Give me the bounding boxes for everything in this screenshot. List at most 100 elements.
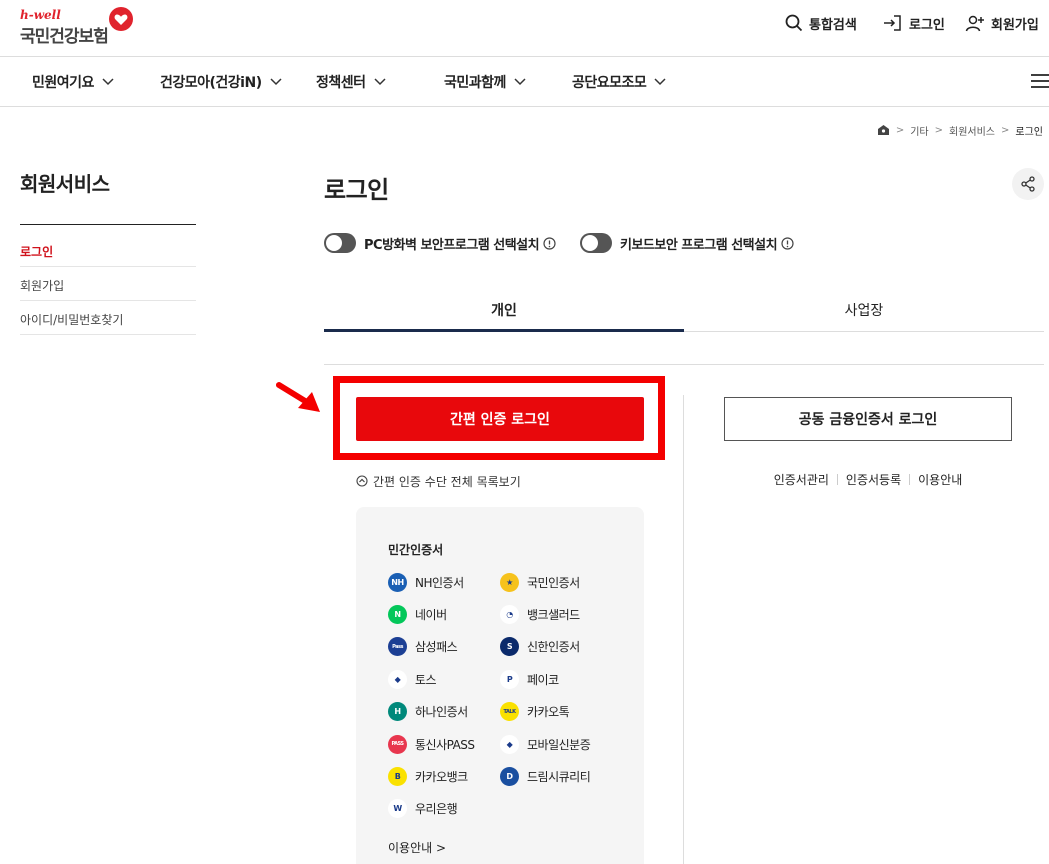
gnb-item-policy[interactable]: 정책센터 bbox=[316, 71, 386, 93]
search-link[interactable]: 통합검색 bbox=[785, 12, 857, 34]
section-divider bbox=[324, 364, 1044, 365]
pass-icon: PASS bbox=[388, 734, 407, 754]
chevron-down-icon bbox=[514, 78, 526, 86]
menu-icon[interactable] bbox=[1031, 73, 1049, 89]
auth-provider-label: 하나인증서 bbox=[415, 705, 468, 720]
kakaotalk-icon: TALK bbox=[500, 702, 519, 722]
keyboard-toggle[interactable] bbox=[580, 233, 612, 253]
auth-provider-item[interactable]: P 페이코 bbox=[500, 669, 559, 689]
banksalad-icon: ◔ bbox=[500, 604, 519, 624]
auth-provider-label: 통신사PASS bbox=[415, 737, 475, 752]
side-item-join[interactable]: 회원가입 bbox=[20, 267, 196, 301]
auth-provider-label: 국민인증서 bbox=[527, 575, 580, 590]
cert-manage-link[interactable]: 인증서관리 bbox=[774, 471, 829, 488]
search-icon bbox=[785, 14, 803, 32]
chevron-up-circle-icon bbox=[356, 475, 368, 487]
side-item-find-account[interactable]: 아이디/비밀번호찾기 bbox=[20, 301, 196, 335]
tab-business[interactable]: 사업장 bbox=[684, 287, 1044, 332]
dream-security-icon: D bbox=[500, 766, 519, 786]
share-button[interactable] bbox=[1012, 168, 1044, 200]
user-add-icon bbox=[965, 15, 984, 32]
naver-icon: N bbox=[388, 604, 407, 624]
info-icon[interactable] bbox=[781, 236, 794, 250]
mobile-id-icon: ◆ bbox=[500, 734, 519, 754]
woori-bank-icon: W bbox=[388, 799, 407, 819]
auth-provider-label: 카카오톡 bbox=[527, 705, 570, 720]
auth-provider-item[interactable]: H 하나인증서 bbox=[388, 702, 468, 722]
cert-guide-link[interactable]: 이용안내 bbox=[918, 471, 962, 488]
kb-cert-icon: ★ bbox=[500, 572, 519, 592]
auth-provider-item[interactable]: ◆ 토스 bbox=[388, 669, 437, 689]
page-title: 로그인 bbox=[324, 176, 389, 204]
breadcrumb-separator: > bbox=[1001, 124, 1010, 136]
auth-provider-item[interactable]: PASS 통신사PASS bbox=[388, 734, 475, 754]
login-icon bbox=[884, 15, 901, 31]
auth-provider-label: NH인증서 bbox=[415, 575, 464, 590]
breadcrumb-separator: > bbox=[934, 124, 943, 136]
auth-provider-item[interactable]: Pass 삼성패스 bbox=[388, 637, 458, 657]
site-logo[interactable]: h-well 국민건강보험 bbox=[20, 6, 140, 50]
joint-cert-login-button[interactable]: 공동 금융인증서 로그인 bbox=[724, 397, 1012, 441]
hana-cert-icon: H bbox=[388, 702, 407, 722]
breadcrumb-separator: > bbox=[895, 124, 905, 136]
firewall-toggle[interactable] bbox=[324, 233, 356, 253]
breadcrumb-item[interactable]: 기타 bbox=[910, 123, 928, 138]
side-item-login[interactable]: 로그인 bbox=[20, 233, 196, 267]
keyboard-toggle-row: 키보드보안 프로그램 선택설치 bbox=[580, 232, 794, 254]
link-separator bbox=[836, 473, 838, 485]
auth-provider-item[interactable]: S 신한인증서 bbox=[500, 637, 580, 657]
cert-links: 인증서관리 인증서등록 이용안내 bbox=[724, 470, 1012, 488]
login-link[interactable]: 로그인 bbox=[883, 12, 945, 34]
login-type-tabs: 개인 사업장 bbox=[324, 287, 1044, 332]
kakaobank-icon: B bbox=[388, 766, 407, 786]
auth-provider-item[interactable]: ★ 국민인증서 bbox=[500, 572, 580, 592]
gnb-item-civil[interactable]: 민원여기요 bbox=[32, 71, 114, 93]
gnb-label: 국민과함께 bbox=[444, 75, 506, 91]
private-cert-title: 민간인증서 bbox=[388, 543, 444, 557]
auth-provider-item[interactable]: ◔ 뱅크샐러드 bbox=[500, 604, 580, 624]
gnb-item-health[interactable]: 건강모아(건강iN) bbox=[160, 71, 282, 93]
logo-name: 국민건강보험 bbox=[20, 27, 109, 47]
auth-provider-item[interactable]: B 카카오뱅크 bbox=[388, 766, 468, 786]
auth-provider-label: 삼성패스 bbox=[415, 640, 458, 655]
simple-auth-login-button[interactable]: 간편 인증 로그인 bbox=[356, 397, 644, 441]
auth-provider-item[interactable]: ◆ 모바일신분증 bbox=[500, 734, 591, 754]
auth-provider-label: 드림시큐리티 bbox=[527, 769, 591, 784]
gnb-label: 건강모아(건강iN) bbox=[160, 75, 262, 91]
auth-provider-item[interactable]: W 우리은행 bbox=[388, 799, 458, 819]
shinhan-cert-icon: S bbox=[500, 637, 519, 657]
auth-provider-item[interactable]: TALK 카카오톡 bbox=[500, 702, 570, 722]
gnb-item-together[interactable]: 국민과함께 bbox=[444, 71, 526, 93]
auth-provider-label: 토스 bbox=[415, 672, 437, 687]
auth-list-toggle-label: 간편 인증 수단 전체 목록보기 bbox=[373, 474, 521, 489]
breadcrumb: > 기타 > 회원서비스 > 로그인 bbox=[877, 122, 1043, 138]
tab-personal[interactable]: 개인 bbox=[324, 287, 684, 332]
firewall-toggle-label: PC방화벽 보안프로그램 선택설치 bbox=[364, 237, 540, 253]
auth-provider-label: 뱅크샐러드 bbox=[527, 607, 580, 622]
auth-provider-item[interactable]: N 네이버 bbox=[388, 604, 447, 624]
chevron-down-icon bbox=[654, 78, 666, 86]
gnb-label: 공단요모조모 bbox=[572, 75, 647, 91]
breadcrumb-current: 로그인 bbox=[1015, 126, 1043, 138]
samsung-pass-icon: Pass bbox=[388, 637, 407, 657]
info-icon[interactable] bbox=[543, 236, 556, 250]
home-icon[interactable] bbox=[877, 124, 890, 136]
search-label: 통합검색 bbox=[809, 17, 857, 33]
auth-provider-item[interactable]: D 드림시큐리티 bbox=[500, 766, 591, 786]
auth-list-toggle[interactable]: 간편 인증 수단 전체 목록보기 bbox=[356, 472, 521, 490]
toggle-knob bbox=[582, 235, 598, 251]
toss-icon: ◆ bbox=[388, 669, 407, 689]
auth-provider-item[interactable]: NH NH인증서 bbox=[388, 572, 464, 592]
gnb-item-about[interactable]: 공단요모조모 bbox=[572, 71, 666, 93]
side-title: 회원서비스 bbox=[20, 172, 110, 196]
auth-provider-label: 신한인증서 bbox=[527, 640, 580, 655]
auth-provider-label: 우리은행 bbox=[415, 802, 458, 817]
breadcrumb-item[interactable]: 회원서비스 bbox=[949, 123, 995, 138]
cert-register-link[interactable]: 인증서등록 bbox=[846, 471, 901, 488]
heart-icon bbox=[109, 7, 133, 31]
join-link[interactable]: 회원가입 bbox=[965, 12, 1039, 34]
usage-guide-link[interactable]: 이용안내 > bbox=[388, 839, 446, 856]
share-icon bbox=[1021, 176, 1035, 192]
side-divider bbox=[20, 224, 196, 225]
chevron-down-icon bbox=[102, 78, 114, 86]
